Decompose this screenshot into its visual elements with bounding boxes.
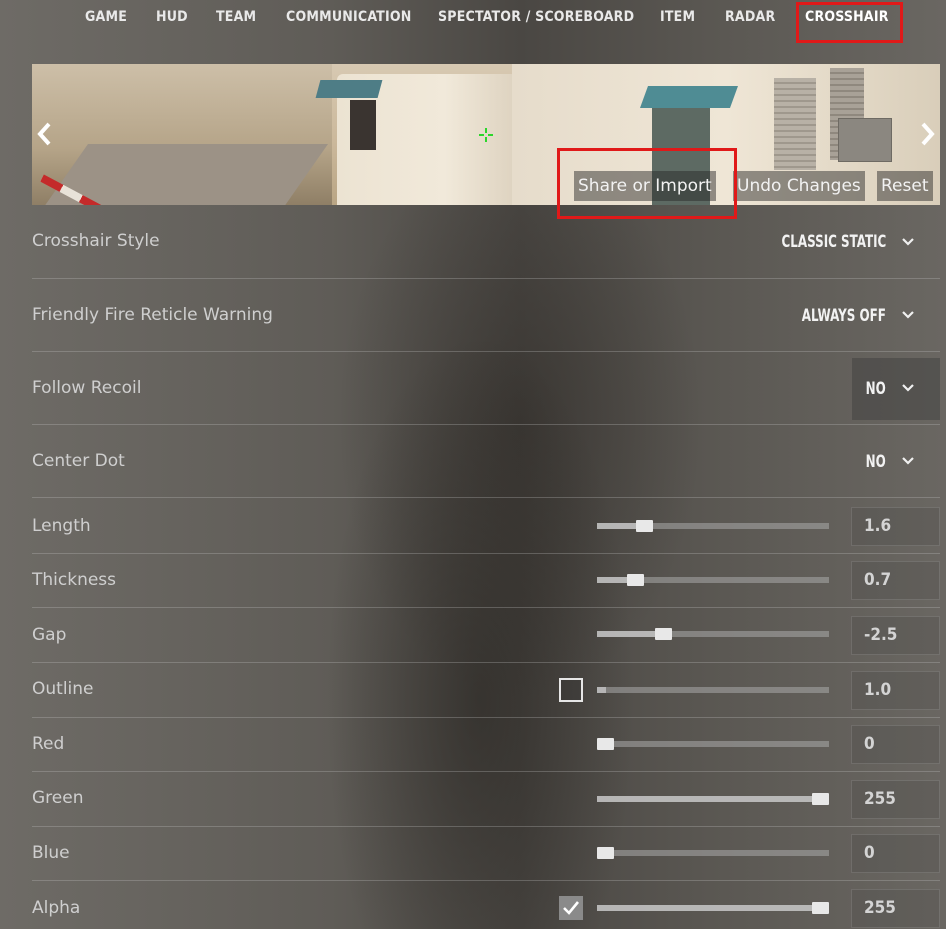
setting-label: Alpha	[32, 898, 81, 918]
chevron-down-icon[interactable]	[901, 235, 915, 249]
outline-checkbox[interactable]	[559, 678, 583, 702]
checkmark-icon	[563, 901, 580, 915]
slider-fill	[597, 905, 821, 911]
undo-changes-button[interactable]: Undo Changes	[733, 171, 865, 201]
alpha-value-input[interactable]: 255	[851, 889, 940, 928]
setting-row-thickness: Thickness 0.7	[32, 554, 940, 608]
tab-radar[interactable]: RADAR	[725, 9, 775, 25]
slider-handle[interactable]	[597, 738, 614, 750]
tab-hud[interactable]: HUD	[156, 9, 188, 25]
slider-handle[interactable]	[812, 902, 829, 914]
share-or-import-button[interactable]: Share or Import	[574, 171, 716, 201]
preview-scene-window	[350, 100, 376, 150]
setting-label: Friendly Fire Reticle Warning	[32, 305, 273, 325]
setting-row-center-dot: Center Dot NO	[32, 425, 940, 498]
tab-communication[interactable]: COMMUNICATION	[286, 9, 412, 25]
setting-label: Outline	[32, 679, 94, 699]
preview-scene-shutter	[774, 78, 816, 170]
chevron-down-icon[interactable]	[901, 454, 915, 468]
chevron-down-icon[interactable]	[901, 308, 915, 322]
setting-row-red: Red 0	[32, 718, 940, 772]
setting-label: Follow Recoil	[32, 378, 142, 398]
setting-row-outline: Outline 1.0	[32, 663, 940, 718]
length-value-input[interactable]: 1.6	[851, 507, 940, 546]
setting-label: Length	[32, 516, 91, 536]
follow-recoil-dropdown[interactable]: NO	[866, 379, 886, 399]
setting-row-gap: Gap -2.5	[32, 608, 940, 663]
preview-scene-ac-unit	[838, 118, 892, 162]
setting-label: Thickness	[32, 570, 117, 590]
alpha-slider[interactable]	[597, 902, 829, 914]
setting-row-follow-recoil: Follow Recoil NO	[32, 352, 940, 425]
tab-crosshair[interactable]: CROSSHAIR	[805, 9, 889, 25]
setting-row-green: Green 255	[32, 772, 940, 827]
thickness-slider[interactable]	[597, 574, 829, 586]
tab-game[interactable]: GAME	[85, 9, 127, 25]
slider-handle[interactable]	[635, 520, 653, 532]
crosshair-preview-icon	[479, 128, 493, 142]
alpha-checkbox[interactable]	[559, 896, 583, 920]
setting-row-crosshair-style: Crosshair Style CLASSIC STATIC	[32, 206, 940, 279]
slider-handle[interactable]	[812, 793, 829, 805]
slider-handle[interactable]	[597, 847, 614, 859]
tab-spectator-scoreboard[interactable]: SPECTATOR / SCOREBOARD	[438, 9, 634, 25]
tab-item[interactable]: ITEM	[660, 9, 695, 25]
chevron-down-icon[interactable]	[901, 381, 915, 395]
gap-slider[interactable]	[597, 628, 829, 640]
preview-scene-awning-right	[639, 86, 739, 108]
slider-handle[interactable]	[627, 574, 645, 586]
setting-row-blue: Blue 0	[32, 827, 940, 881]
setting-row-alpha: Alpha 255	[32, 881, 940, 929]
setting-label: Center Dot	[32, 451, 125, 471]
setting-row-friendly-fire: Friendly Fire Reticle Warning ALWAYS OFF	[32, 279, 940, 352]
crosshair-style-dropdown[interactable]: CLASSIC STATIC	[781, 232, 886, 252]
blue-slider[interactable]	[597, 847, 829, 859]
thickness-value-input[interactable]: 0.7	[851, 561, 940, 600]
friendly-fire-dropdown[interactable]: ALWAYS OFF	[802, 306, 886, 326]
slider-fill	[597, 631, 664, 637]
center-dot-dropdown[interactable]: NO	[866, 452, 886, 472]
gap-value-input[interactable]: -2.5	[851, 616, 940, 655]
chevron-left-icon[interactable]	[34, 114, 56, 154]
green-value-input[interactable]: 255	[851, 780, 940, 819]
setting-label: Red	[32, 734, 65, 754]
setting-label: Crosshair Style	[32, 231, 160, 251]
slider-fill	[597, 796, 821, 802]
blue-value-input[interactable]: 0	[851, 834, 940, 873]
red-value-input[interactable]: 0	[851, 725, 940, 764]
length-slider[interactable]	[597, 520, 829, 532]
crosshair-preview: Share or Import Undo Changes Reset	[32, 64, 940, 205]
setting-label: Blue	[32, 843, 70, 863]
outline-slider[interactable]	[597, 687, 829, 693]
slider-fill	[597, 687, 606, 693]
tab-team[interactable]: TEAM	[216, 9, 256, 25]
setting-label: Green	[32, 788, 84, 808]
reset-button[interactable]: Reset	[877, 171, 933, 201]
outline-value-input[interactable]: 1.0	[851, 671, 940, 710]
setting-row-length: Length 1.6	[32, 499, 940, 554]
green-slider[interactable]	[597, 793, 829, 805]
divider	[32, 497, 940, 498]
setting-label: Gap	[32, 625, 67, 645]
chevron-right-icon[interactable]	[916, 114, 938, 154]
slider-handle[interactable]	[655, 628, 673, 640]
settings-tab-bar: GAME HUD TEAM COMMUNICATION SPECTATOR / …	[0, 0, 946, 38]
preview-scene-awning	[315, 80, 383, 98]
red-slider[interactable]	[597, 738, 829, 750]
